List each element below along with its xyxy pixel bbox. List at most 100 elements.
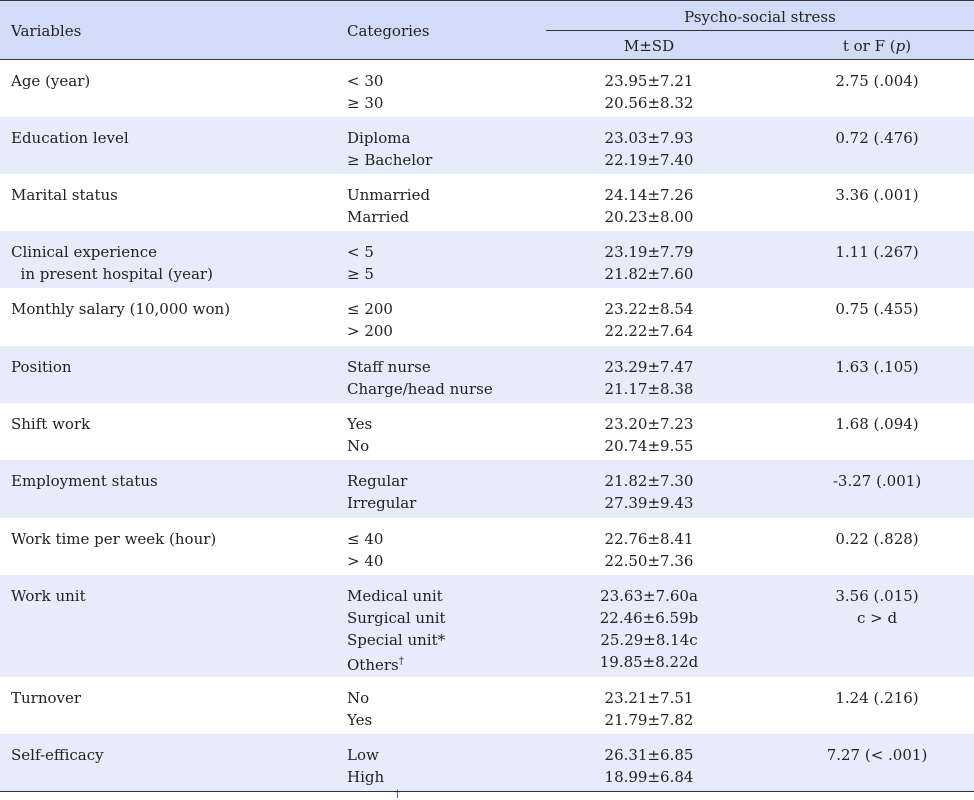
category-line: Unmarried bbox=[347, 186, 431, 204]
category-cell: ≤ 200 > 200 bbox=[347, 298, 393, 342]
msd-line: 22.19±7.40 bbox=[604, 151, 694, 169]
category-line: > 40 bbox=[347, 552, 384, 570]
msd-line: 20.56±8.32 bbox=[604, 94, 694, 112]
stat-cell: 1.24 (.216) bbox=[780, 687, 974, 709]
msd-cell: 23.63±7.60a 22.46±6.59b 25.29±8.14c 19.85±8… bbox=[520, 585, 778, 673]
category-line: Special unit* bbox=[347, 631, 446, 649]
table-row: Employment status Regular Irregular 21.82±7… bbox=[0, 460, 974, 518]
results-table: Variables Categories Psycho-social stres… bbox=[0, 0, 974, 800]
msd-cell: 22.76±8.41 22.50±7.36 bbox=[520, 528, 778, 572]
category-line: Yes bbox=[347, 415, 373, 433]
msd-cell: 23.03±7.93 22.19±7.40 bbox=[520, 127, 778, 171]
variable-line: Turnover bbox=[11, 689, 82, 707]
category-line: ≥ 5 bbox=[347, 265, 374, 283]
variable-line: Age (year) bbox=[11, 72, 91, 90]
category-line: High bbox=[347, 768, 385, 786]
stat-line: 0.22 (.828) bbox=[835, 530, 919, 548]
msd-line: 22.50±7.36 bbox=[604, 552, 694, 570]
msd-line: 24.14±7.26 bbox=[604, 186, 694, 204]
category-cell: Yes No bbox=[347, 413, 372, 457]
category-line: ≥ Bachelor bbox=[347, 151, 433, 169]
msd-cell: 23.22±8.54 22.22±7.64 bbox=[520, 298, 778, 342]
msd-cell: 23.19±7.79 21.82±7.60 bbox=[520, 241, 778, 285]
msd-cell: 26.31±6.85 18.99±6.84 bbox=[520, 744, 778, 788]
variable-line: Work time per week (hour) bbox=[11, 530, 217, 548]
msd-line: 23.20±7.23 bbox=[604, 415, 694, 433]
msd-line: 21.82±7.60 bbox=[604, 265, 694, 283]
footnote-dagger: † bbox=[395, 789, 400, 800]
category-line: Medical unit bbox=[347, 587, 443, 605]
variable-line: Clinical experience bbox=[11, 243, 158, 261]
table-row: Work unit Medical unit Surgical unit Specia… bbox=[0, 575, 974, 677]
msd-line: 27.39±9.43 bbox=[604, 494, 694, 512]
header-categories: Categories bbox=[347, 22, 430, 40]
category-cell: Regular Irregular bbox=[347, 470, 416, 514]
category-line: ≤ 200 bbox=[347, 300, 393, 318]
category-cell: Medical unit Surgical unit Special unit* Ot… bbox=[347, 585, 446, 676]
msd-line: 23.22±8.54 bbox=[604, 300, 694, 318]
variable-line: Education level bbox=[11, 129, 129, 147]
variable-cell: Clinical experience in present hospital … bbox=[11, 241, 213, 285]
msd-line: 21.79±7.82 bbox=[604, 711, 694, 729]
stat-line: 1.24 (.216) bbox=[835, 689, 919, 707]
stat-cell: 1.11 (.267) bbox=[780, 241, 974, 263]
category-line: No bbox=[347, 437, 370, 455]
category-cell: No Yes bbox=[347, 687, 372, 731]
msd-line: 23.19±7.79 bbox=[604, 243, 694, 261]
table-row: Shift work Yes No 23.20±7.23 20.74±9.55 1.68 … bbox=[0, 403, 974, 460]
stat-cell: 0.72 (.476) bbox=[780, 127, 974, 149]
msd-line: 23.29±7.47 bbox=[604, 358, 694, 376]
msd-cell: 24.14±7.26 20.23±8.00 bbox=[520, 184, 778, 228]
stat-line: 3.36 (.001) bbox=[835, 186, 919, 204]
category-line: < 30 bbox=[347, 72, 384, 90]
msd-cell: 23.29±7.47 21.17±8.38 bbox=[520, 356, 778, 400]
msd-line: 19.85±8.22d bbox=[599, 653, 699, 671]
category-cell: < 30 ≥ 30 bbox=[347, 70, 383, 114]
msd-line: 20.23±8.00 bbox=[604, 208, 694, 226]
stat-line: 2.75 (.004) bbox=[835, 72, 919, 90]
msd-line: 18.99±6.84 bbox=[604, 768, 694, 786]
dagger-mark: † bbox=[398, 656, 404, 667]
category-line: Diploma bbox=[347, 129, 411, 147]
category-line: ≥ 30 bbox=[347, 94, 384, 112]
msd-line: 23.95±7.21 bbox=[604, 72, 694, 90]
stat-cell: 1.68 (.094) bbox=[780, 413, 974, 435]
table-row: Turnover No Yes 23.21±7.51 21.79±7.82 1.24 (.… bbox=[0, 677, 974, 734]
table-bottom-rule bbox=[0, 791, 974, 792]
variable-cell: Age (year) bbox=[11, 70, 90, 92]
variable-cell: Position bbox=[11, 356, 72, 378]
variable-line: Self-efficacy bbox=[11, 746, 104, 764]
category-cell: Low High bbox=[347, 744, 384, 788]
header-t-or-f: t or F (p) bbox=[842, 37, 912, 55]
category-cell: Unmarried Married bbox=[347, 184, 430, 228]
stat-cell: 3.56 (.015) c > d bbox=[780, 585, 974, 629]
variable-cell: Work time per week (hour) bbox=[11, 528, 216, 550]
table-header: Variables Categories Psycho-social stres… bbox=[0, 0, 974, 60]
category-line: < 5 bbox=[347, 243, 374, 261]
category-line: Yes bbox=[347, 711, 373, 729]
category-line: Staff nurse bbox=[347, 358, 431, 376]
category-line: No bbox=[347, 689, 370, 707]
variable-line: Marital status bbox=[11, 186, 118, 204]
msd-cell: 23.95±7.21 20.56±8.32 bbox=[520, 70, 778, 114]
stat-line: 7.27 (< .001) bbox=[826, 746, 928, 764]
table-row: Marital status Unmarried Married 24.14±7.26… bbox=[0, 174, 974, 231]
msd-line: 20.74±9.55 bbox=[604, 437, 694, 455]
stat-line: 3.56 (.015) bbox=[835, 587, 919, 605]
variable-line: in present hospital (year) bbox=[11, 265, 213, 283]
category-line: Charge/head nurse bbox=[347, 380, 493, 398]
category-cell: < 5 ≥ 5 bbox=[347, 241, 374, 285]
category-cell: ≤ 40 > 40 bbox=[347, 528, 383, 572]
msd-line: 22.46±6.59b bbox=[599, 609, 699, 627]
table-row: Education level Diploma ≥ Bachelor 23.03±7.… bbox=[0, 117, 974, 174]
table-row: Clinical experience in present hospital … bbox=[0, 231, 974, 288]
stat-line: 1.68 (.094) bbox=[835, 415, 919, 433]
category-line: Others bbox=[347, 656, 399, 674]
stat-line: 1.11 (.267) bbox=[835, 243, 919, 261]
msd-line: 22.76±8.41 bbox=[604, 530, 694, 548]
category-line: Regular bbox=[347, 472, 408, 490]
msd-line: 26.31±6.85 bbox=[604, 746, 694, 764]
stat-line: 0.75 (.455) bbox=[835, 300, 919, 318]
variable-line: Employment status bbox=[11, 472, 158, 490]
variable-cell: Marital status bbox=[11, 184, 118, 206]
